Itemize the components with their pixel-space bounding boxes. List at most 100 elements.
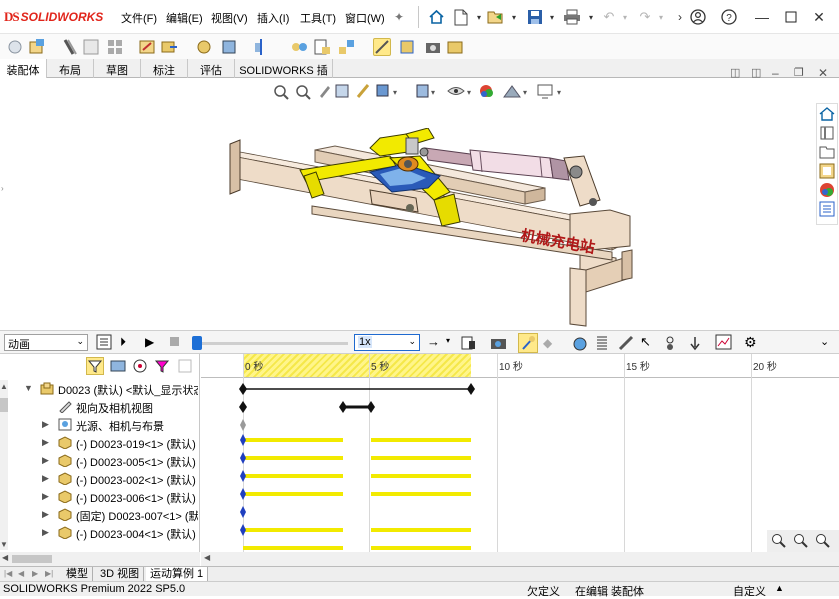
study-type-select[interactable]: 动画 ⌄	[4, 334, 88, 351]
tab-sketch[interactable]: 草图	[94, 59, 141, 78]
new-motion-study-icon[interactable]	[290, 38, 308, 56]
scroll-up-icon[interactable]: ▲	[0, 382, 8, 391]
component-preview-icon[interactable]	[82, 38, 100, 56]
status-units[interactable]: 自定义	[733, 583, 766, 599]
motor-icon[interactable]	[572, 335, 588, 354]
viewport-close-icon[interactable]: ✕	[818, 66, 828, 80]
save-animation-icon[interactable]	[460, 335, 476, 354]
next-tab-icon[interactable]: ▶	[32, 569, 38, 578]
chevron-down-icon[interactable]: ▾	[470, 8, 488, 26]
tree-horizontal-scrollbar[interactable]: ◀	[0, 552, 200, 566]
contact-icon[interactable]	[663, 335, 677, 354]
previous-tab-icon[interactable]: ◀	[18, 569, 24, 578]
stop-icon[interactable]	[170, 337, 179, 346]
viewport-minimize-icon[interactable]: –	[772, 66, 779, 80]
help-icon[interactable]: ?	[720, 8, 738, 26]
tree-row-view-orientation[interactable]: 视向及相机视图	[0, 398, 198, 416]
tab-model[interactable]: 模型	[62, 567, 93, 582]
filter-results-icon[interactable]	[154, 358, 170, 377]
expand-arrow[interactable]: ▶	[42, 509, 49, 520]
file-explorer-icon[interactable]	[819, 144, 835, 160]
user-icon[interactable]	[689, 8, 707, 26]
tree-row-assembly[interactable]: ▼ D0023 (默认) <默认_显示状态	[0, 380, 198, 398]
zoom-out-icon[interactable]	[793, 533, 809, 552]
chevron-down-icon[interactable]: ▾	[505, 8, 523, 26]
tree-row-part[interactable]: ▶ (-) D0023-019<1> (默认)	[0, 434, 198, 452]
reference-geometry-icon[interactable]	[252, 38, 270, 56]
filter-animated-icon[interactable]	[86, 357, 104, 375]
tree-row-lights-cameras[interactable]: ▶ 光源、相机与布景	[0, 416, 198, 434]
smart-fasteners-icon[interactable]	[138, 38, 156, 56]
new-document-icon[interactable]	[452, 8, 470, 26]
print-icon[interactable]	[563, 8, 581, 26]
tab-evaluate[interactable]: 评估	[188, 59, 235, 78]
tree-row-part[interactable]: ▶ (固定) D0023-007<1> (默	[0, 506, 198, 524]
add-update-key-icon[interactable]: ◆	[543, 336, 552, 350]
take-snapshot-icon[interactable]	[424, 38, 442, 56]
save-icon[interactable]	[526, 8, 544, 26]
insert-component-icon[interactable]	[28, 38, 46, 56]
tab-3d-views[interactable]: 3D 视图	[96, 567, 145, 582]
playback-slider[interactable]	[193, 342, 348, 345]
motion-timeline[interactable]: 0 秒 5 秒 10 秒 15 秒 20 秒	[201, 354, 839, 552]
edit-component-icon[interactable]	[6, 38, 24, 56]
move-component-icon[interactable]	[160, 38, 178, 56]
chevron-down-icon[interactable]: ▾	[652, 8, 670, 26]
bill-of-materials-icon[interactable]	[313, 38, 331, 56]
view-palette-icon[interactable]	[819, 163, 835, 179]
results-and-plots-icon[interactable]	[715, 334, 733, 353]
expand-arrow[interactable]: ▶	[42, 473, 49, 484]
expand-arrow[interactable]: ▶	[42, 491, 49, 502]
home-icon[interactable]	[427, 8, 445, 26]
playback-slider-handle[interactable]	[192, 336, 202, 350]
timeline-tracks[interactable]	[201, 378, 839, 552]
assembly-model[interactable]: 机械充电站	[220, 128, 640, 328]
first-tab-icon[interactable]: |◀	[4, 569, 12, 578]
show-hidden-icon[interactable]	[195, 38, 213, 56]
scroll-left-icon[interactable]: ◀	[2, 553, 8, 562]
update-speedpak-icon[interactable]	[398, 38, 416, 56]
tree-row-part[interactable]: ▶ (-) D0023-006<1> (默认)	[0, 488, 198, 506]
chevron-up-icon[interactable]: ▲	[775, 583, 784, 593]
chevron-down-icon[interactable]: ▾	[446, 336, 450, 345]
open-folder-icon[interactable]	[487, 8, 505, 26]
design-library-icon[interactable]	[819, 125, 835, 141]
tree-row-part[interactable]: ▶ (-) D0023-002<1> (默认)	[0, 470, 198, 488]
play-from-start-icon[interactable]: ⏵	[120, 335, 126, 350]
tree-row-part[interactable]: ▶ (-) D0023-004<1> (默认)	[0, 524, 198, 542]
tab-assembly[interactable]: 装配体	[0, 59, 47, 79]
calculate-icon[interactable]	[96, 334, 112, 353]
instant3d-icon[interactable]	[373, 38, 391, 56]
graphics-area[interactable]: ▾ ▾ ▾ ▾ ▾ ◫ ◫ – ❐ ✕ › 机械充电站	[0, 66, 839, 330]
solidworks-resources-icon[interactable]	[819, 106, 835, 122]
viewport-restore-icon[interactable]: ❐	[794, 66, 804, 79]
filter-selected-icon[interactable]	[132, 358, 148, 377]
force-icon[interactable]: ↖	[640, 334, 651, 350]
animation-wizard-icon[interactable]	[490, 335, 508, 354]
study-properties-icon[interactable]: ⚙	[744, 334, 757, 351]
playback-speed-select[interactable]: 1x ⌄	[354, 334, 420, 351]
expand-arrow[interactable]: ▶	[42, 437, 49, 448]
solidworks-logo[interactable]: DS SOLIDWORKS	[4, 9, 103, 25]
tree-row-part[interactable]: ▶ (-) D0023-005<1> (默认)	[0, 452, 198, 470]
more-icon[interactable]: ›	[671, 8, 689, 26]
zoom-to-fit-timeline-icon[interactable]	[815, 533, 831, 552]
menu-file[interactable]: 文件(F)	[121, 10, 157, 26]
tree-hscroll-thumb[interactable]	[12, 555, 52, 563]
menu-view[interactable]: 视图(V)	[211, 10, 248, 26]
damper-icon[interactable]	[618, 335, 634, 354]
autofit-icon[interactable]	[177, 358, 193, 377]
tab-layout[interactable]: 布局	[47, 59, 94, 78]
minimize-icon[interactable]: —	[753, 8, 771, 26]
spring-icon[interactable]	[595, 335, 609, 354]
large-assembly-icon[interactable]	[446, 38, 464, 56]
expand-arrow[interactable]: ▶	[42, 455, 49, 466]
expand-arrow[interactable]: ▼	[24, 383, 33, 393]
gravity-icon[interactable]	[688, 335, 702, 354]
chevron-down-icon[interactable]: ▾	[582, 8, 600, 26]
chevron-down-icon[interactable]: ▾	[616, 8, 634, 26]
menu-window[interactable]: 窗口(W)	[345, 10, 385, 26]
close-icon[interactable]: ✕	[810, 8, 828, 26]
expand-arrow[interactable]: ▶	[42, 527, 49, 538]
expand-feature-manager-icon[interactable]: ›	[1, 184, 4, 193]
